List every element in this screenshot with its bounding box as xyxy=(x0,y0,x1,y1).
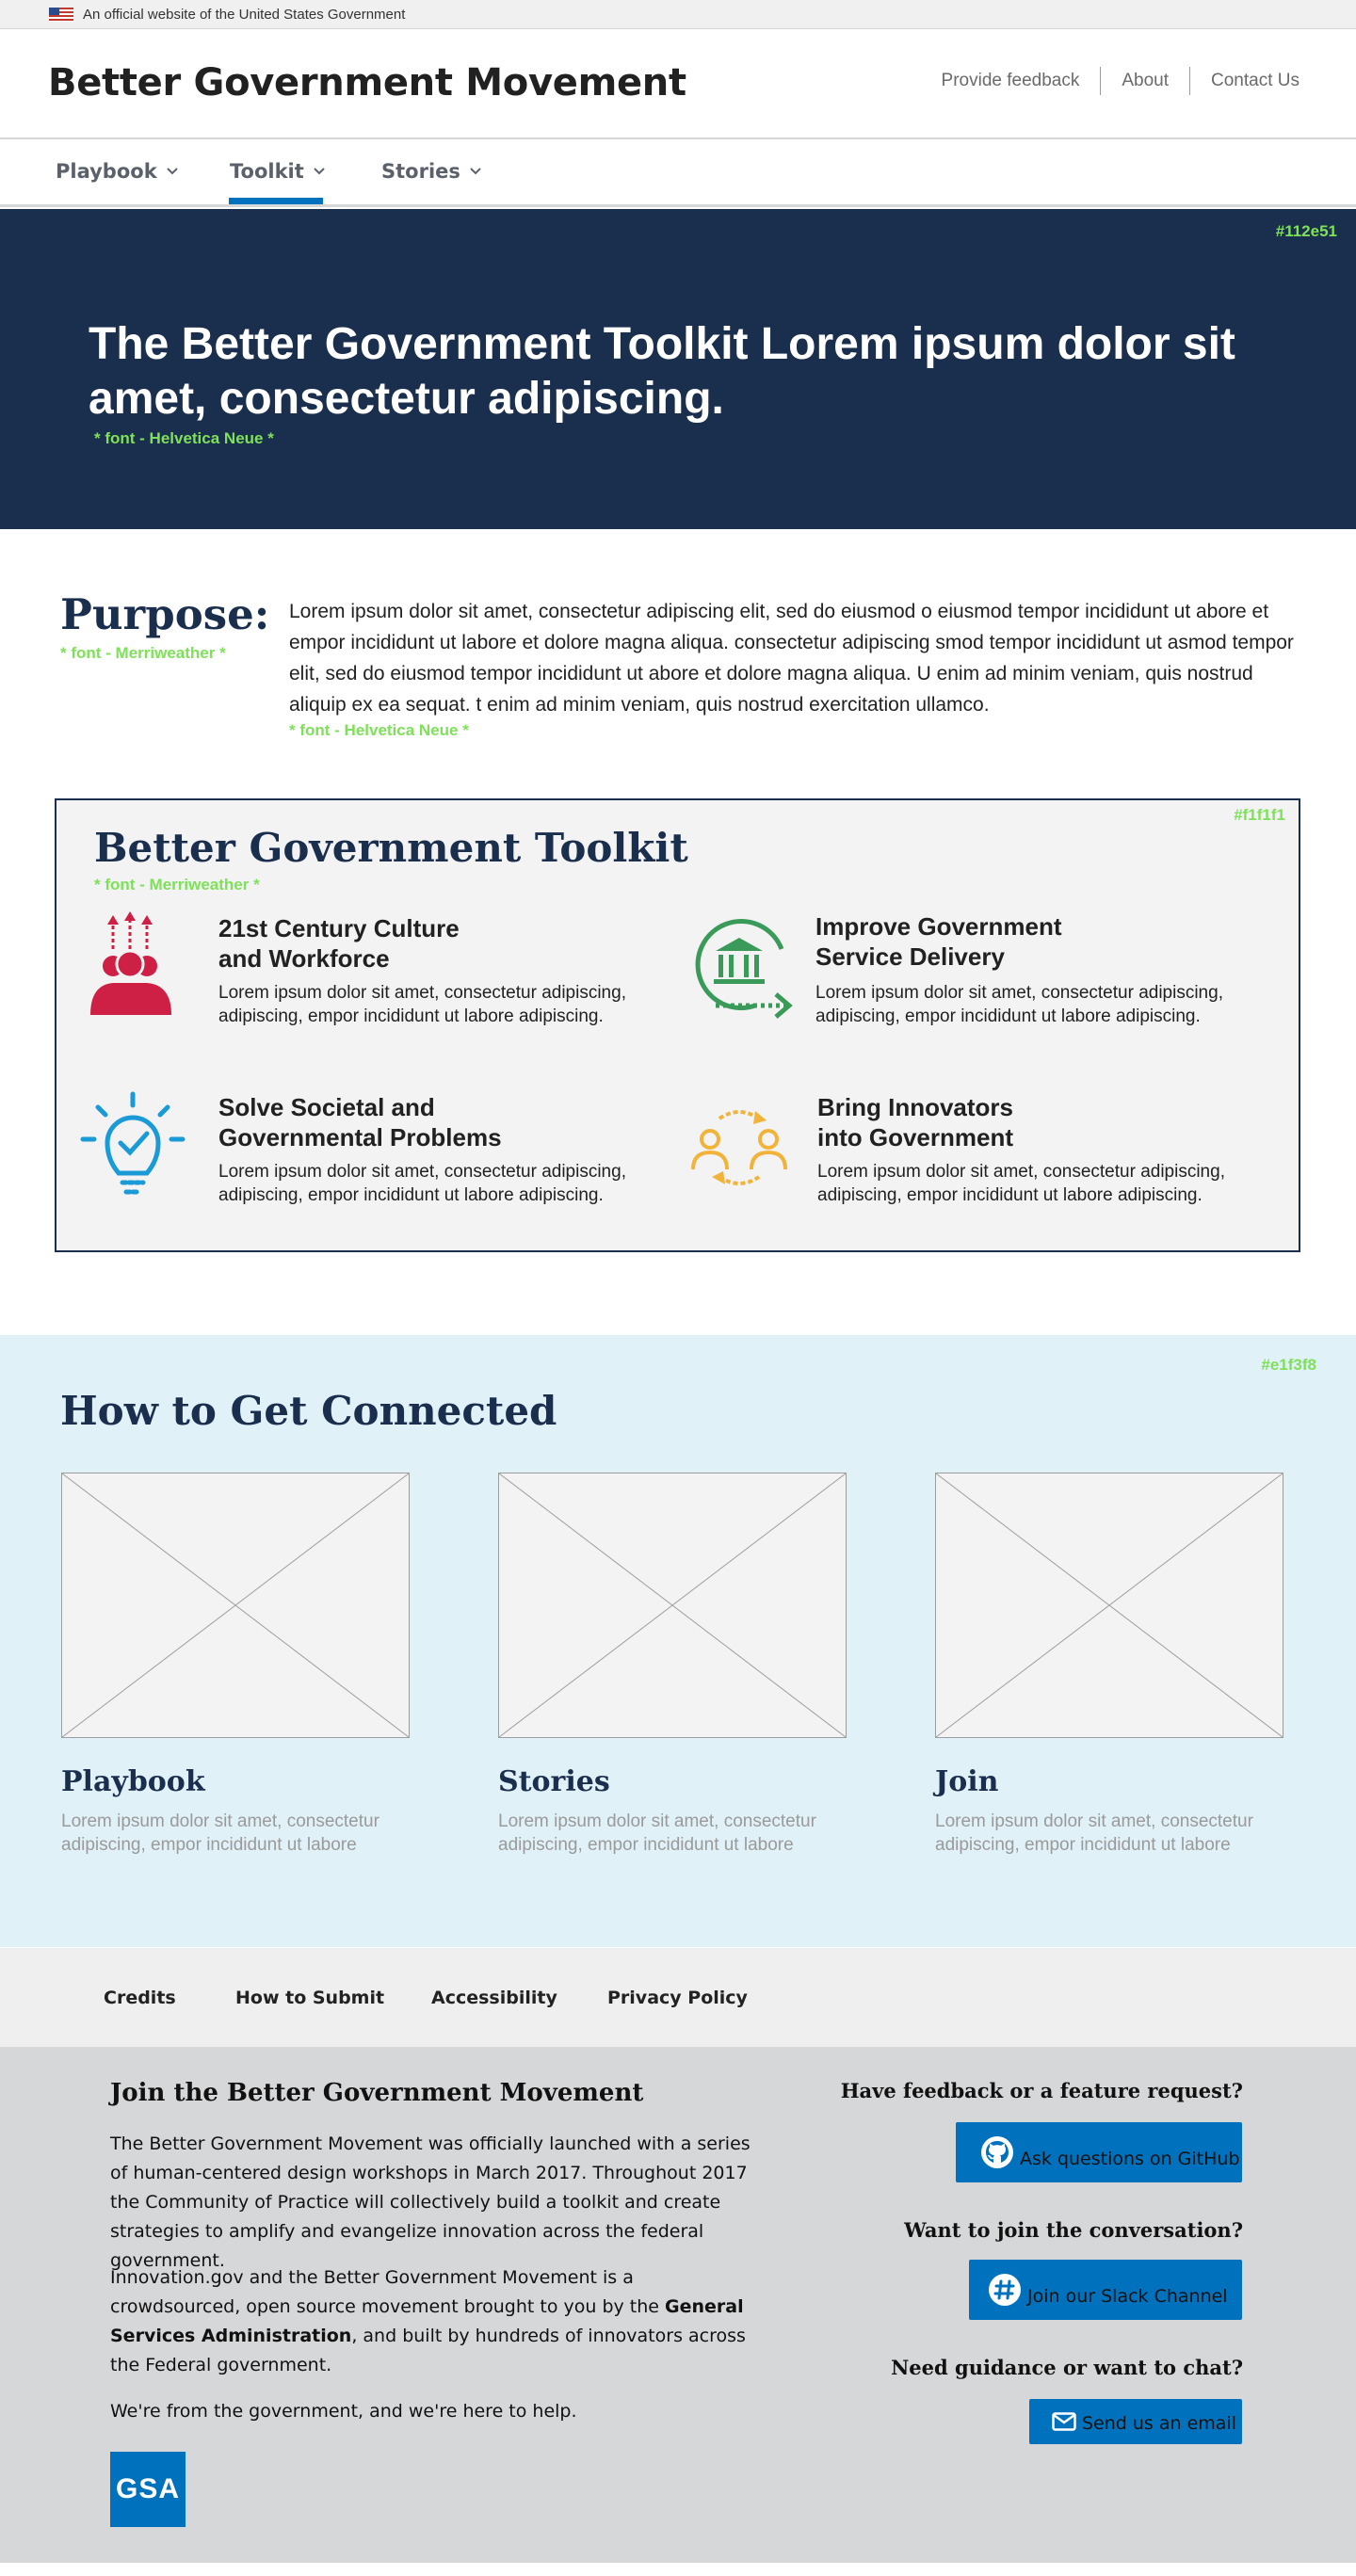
site-header: Better Government Movement Provide feedb… xyxy=(0,29,1356,139)
footer-heading: Join the Better Government Movement xyxy=(110,2079,644,2107)
slack-icon xyxy=(989,2274,1021,2306)
hero-title: The Better Government Toolkit Lorem ipsu… xyxy=(89,319,1235,424)
active-nav-indicator xyxy=(229,198,323,204)
primary-nav: Playbook Toolkit Stories xyxy=(0,139,1356,207)
image-placeholder xyxy=(498,1473,847,1738)
nav-item-label: Playbook xyxy=(56,160,157,183)
toolkit-item-title: Solve Societal and Governmental Problems xyxy=(218,1093,502,1151)
provide-feedback-link[interactable]: Provide feedback xyxy=(942,71,1080,91)
card-playbook[interactable]: Playbook Lorem ipsum dolor sit amet, con… xyxy=(61,1473,410,1857)
github-icon xyxy=(981,2136,1013,2168)
footer-links: Credits How to Submit Accessibility Priv… xyxy=(0,1948,1356,2047)
footer-paragraph: The Better Government Movement was offic… xyxy=(110,2133,751,2271)
slack-button[interactable]: Join our Slack Channel xyxy=(969,2260,1242,2320)
card-title[interactable]: Playbook xyxy=(61,1765,410,1798)
nav-item-stories[interactable]: Stories xyxy=(381,160,483,183)
toolkit-font-note: * font - Merriweather * xyxy=(94,876,260,894)
how-to-submit-link[interactable]: How to Submit xyxy=(235,1988,384,2008)
footer-paragraph: We're from the government, and we're her… xyxy=(110,2401,577,2422)
toolkit-color-note: #f1f1f1 xyxy=(1234,806,1285,824)
feedback-question: Have feedback or a feature request? xyxy=(840,2079,1243,2102)
toolkit-section: #f1f1f1 Better Government Toolkit * font… xyxy=(55,798,1300,1252)
card-desc: Lorem ipsum dolor sit amet, consectetur … xyxy=(61,1811,379,1855)
footer-paragraph: Innovation.gov and the Better Government… xyxy=(110,2267,746,2375)
connected-title: How to Get Connected xyxy=(60,1388,557,1434)
nav-item-playbook[interactable]: Playbook xyxy=(56,160,180,183)
purpose-heading: Purpose: xyxy=(60,589,270,639)
nav-item-label: Stories xyxy=(381,160,460,183)
divider xyxy=(1189,67,1191,95)
site-title[interactable]: Better Government Movement xyxy=(48,61,686,105)
email-button-label: Send us an email xyxy=(1082,2413,1236,2434)
envelope-icon xyxy=(1052,2412,1076,2431)
toolkit-item-desc: Lorem ipsum dolor sit amet, consectetur … xyxy=(815,983,1223,1026)
about-link[interactable]: About xyxy=(1122,71,1169,91)
toolkit-item-desc: Lorem ipsum dolor sit amet, consectetur … xyxy=(817,1162,1225,1205)
accessibility-link[interactable]: Accessibility xyxy=(431,1988,557,2008)
image-placeholder xyxy=(61,1473,410,1738)
divider xyxy=(1100,67,1102,95)
lightbulb-check-icon xyxy=(80,1091,186,1195)
site-footer: Join the Better Government Movement The … xyxy=(0,2047,1356,2563)
chevron-down-icon xyxy=(166,168,178,175)
image-placeholder xyxy=(935,1473,1283,1738)
nav-item-toolkit[interactable]: Toolkit xyxy=(230,160,327,183)
contact-us-link[interactable]: Contact Us xyxy=(1211,71,1300,91)
nav-item-label: Toolkit xyxy=(230,160,304,183)
purpose-text: Lorem ipsum dolor sit amet, consectetur … xyxy=(289,601,1294,716)
email-button[interactable]: Send us an email xyxy=(1029,2399,1242,2444)
hero-font-note: * font - Helvetica Neue * xyxy=(94,429,274,447)
toolkit-item-desc: Lorem ipsum dolor sit amet, consectetur … xyxy=(218,1162,626,1205)
gov-banner: An official website of the United States… xyxy=(0,0,1356,29)
toolkit-item-title: Improve Government Service Delivery xyxy=(815,912,1062,971)
utility-links: Provide feedback About Contact Us xyxy=(942,67,1300,95)
guidance-question: Need guidance or want to chat? xyxy=(891,2356,1243,2379)
card-title[interactable]: Join xyxy=(935,1765,1283,1798)
toolkit-item-title: Bring Innovators into Government xyxy=(817,1093,1014,1151)
gsa-logo[interactable]: GSA xyxy=(110,2452,186,2527)
card-desc: Lorem ipsum dolor sit amet, consectetur … xyxy=(498,1811,816,1855)
toolkit-title: Better Government Toolkit xyxy=(94,825,688,871)
purpose-font-note: * font - Merriweather * xyxy=(60,644,226,662)
people-exchange-icon xyxy=(691,1110,787,1185)
people-arrows-icon xyxy=(90,911,171,1015)
github-button[interactable]: Ask questions on GitHub xyxy=(956,2122,1242,2182)
purpose-text-font-note: * font - Helvetica Neue * xyxy=(289,721,469,739)
toolkit-item-title: 21st Century Culture and Workforce xyxy=(218,914,460,973)
card-join[interactable]: Join Lorem ipsum dolor sit amet, consect… xyxy=(935,1473,1283,1857)
us-flag-icon xyxy=(49,8,73,22)
card-desc: Lorem ipsum dolor sit amet, consectetur … xyxy=(935,1811,1253,1855)
government-building-icon xyxy=(695,918,793,1019)
chevron-down-icon xyxy=(470,168,481,175)
privacy-policy-link[interactable]: Privacy Policy xyxy=(607,1988,748,2008)
github-button-label: Ask questions on GitHub xyxy=(1020,2149,1240,2169)
join-question: Want to join the conversation? xyxy=(904,2218,1243,2242)
card-title[interactable]: Stories xyxy=(498,1765,847,1798)
hero-color-note: #112e51 xyxy=(1275,222,1337,240)
gov-banner-text: An official website of the United States… xyxy=(83,7,406,23)
toolkit-item-desc: Lorem ipsum dolor sit amet, consectetur … xyxy=(218,983,626,1026)
card-stories[interactable]: Stories Lorem ipsum dolor sit amet, cons… xyxy=(498,1473,847,1857)
chevron-down-icon xyxy=(314,168,325,175)
credits-link[interactable]: Credits xyxy=(104,1988,176,2008)
hero-section: #112e51 The Better Government Toolkit Lo… xyxy=(0,209,1356,529)
slack-button-label: Join our Slack Channel xyxy=(1027,2286,1228,2307)
connected-color-note: #e1f3f8 xyxy=(1261,1356,1316,1374)
connected-section: #e1f3f8 How to Get Connected Playbook Lo… xyxy=(0,1335,1356,1947)
